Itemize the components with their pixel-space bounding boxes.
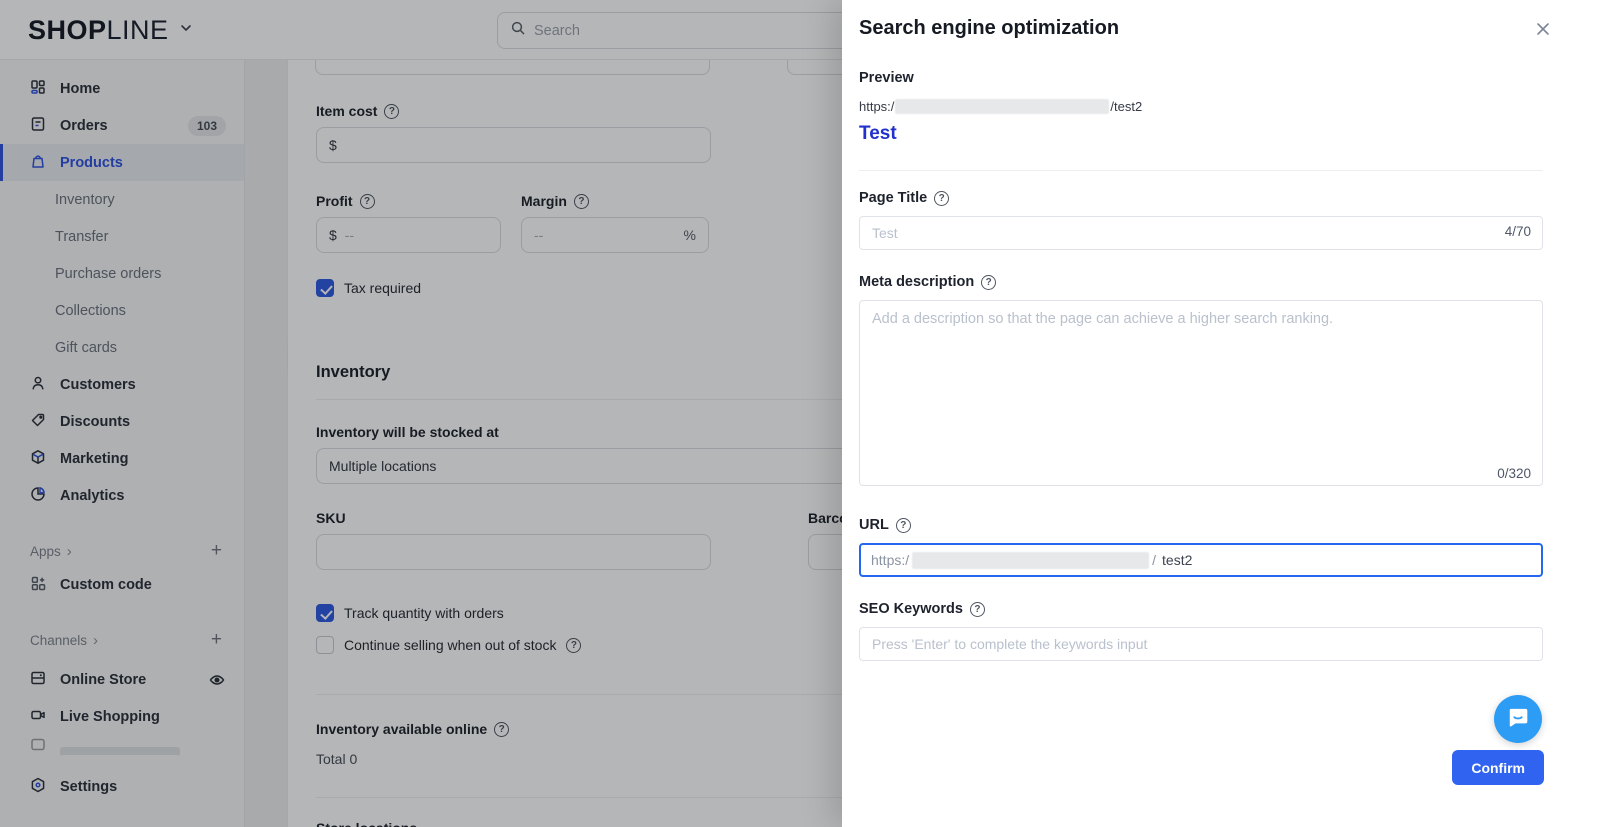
page-title-input[interactable] <box>859 216 1543 250</box>
preview-label: Preview <box>859 70 1543 86</box>
preview-url-prefix: https:/ <box>859 99 894 114</box>
keywords-label-row: SEO Keywords ? <box>859 601 1543 617</box>
meta-description-textarea[interactable] <box>859 300 1543 486</box>
preview-url-suffix: /test2 <box>1110 99 1142 114</box>
app-window: SHOPLINE Search Home Orders 103 Products <box>0 0 1600 827</box>
page-title-label: Page Title <box>859 190 927 206</box>
confirm-button[interactable]: Confirm <box>1452 750 1544 785</box>
panel-title: Search engine optimization <box>859 17 1543 40</box>
chat-bubble-icon <box>1505 704 1531 735</box>
meta-description-label: Meta description <box>859 274 974 290</box>
meta-label-row: Meta description ? <box>859 274 1543 290</box>
page-title-label-row: Page Title ? <box>859 190 1543 206</box>
redacted-domain <box>912 552 1149 569</box>
seo-keywords-label: SEO Keywords <box>859 601 963 617</box>
preview-url: https:/ /test2 <box>859 99 1543 114</box>
url-input[interactable]: https:/ / test2 <box>859 543 1543 577</box>
help-icon[interactable]: ? <box>970 602 985 617</box>
divider <box>859 170 1543 171</box>
help-icon[interactable]: ? <box>981 275 996 290</box>
page-title-counter: 4/70 <box>1505 224 1531 239</box>
url-label: URL <box>859 517 889 533</box>
seo-panel: Search engine optimization Preview https… <box>842 0 1600 827</box>
help-icon[interactable]: ? <box>896 518 911 533</box>
meta-counter: 0/320 <box>1497 466 1531 481</box>
chat-widget-button[interactable] <box>1494 695 1542 743</box>
url-prefix: https:/ <box>871 552 909 568</box>
help-icon[interactable]: ? <box>934 191 949 206</box>
redacted-domain <box>895 99 1109 114</box>
url-separator: / <box>1152 552 1156 568</box>
seo-keywords-input[interactable] <box>859 627 1543 661</box>
modal-scrim[interactable] <box>0 0 842 827</box>
url-value: test2 <box>1162 552 1192 568</box>
preview-page-title-link[interactable]: Test <box>859 123 1543 145</box>
url-label-row: URL ? <box>859 517 1543 533</box>
